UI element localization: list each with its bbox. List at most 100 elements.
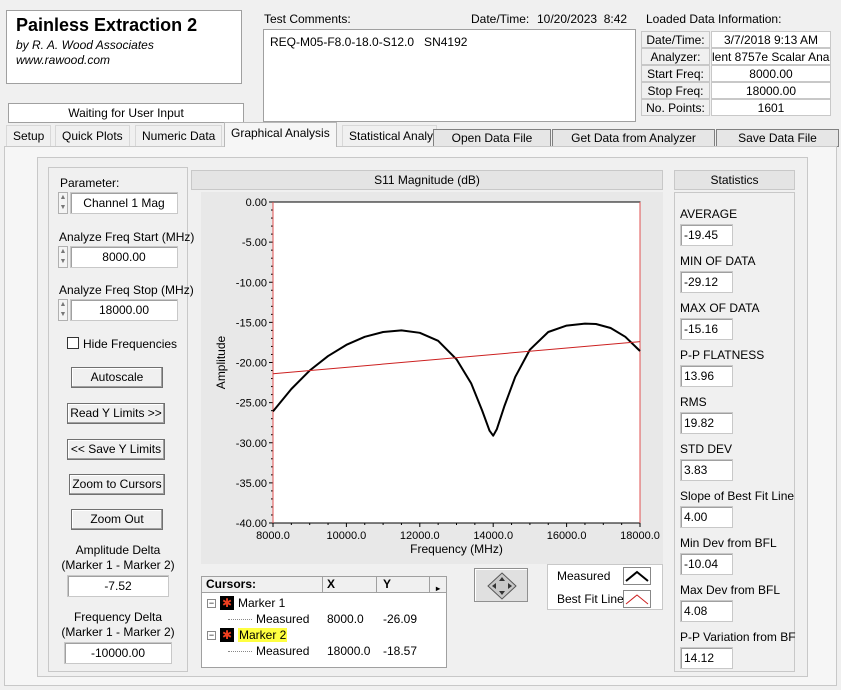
zoom-out-button[interactable]: Zoom Out (71, 509, 163, 530)
loaded-row: Start Freq: 8000.00 (641, 65, 831, 82)
cursor-marker-name[interactable]: Marker 2 (238, 628, 288, 642)
hide-frequencies-label: Hide Frequencies (83, 337, 178, 351)
analyze-start-input[interactable]: 8000.00 (70, 246, 178, 268)
loaded-title: Loaded Data Information: (646, 12, 782, 26)
x-tick-label: 10000.0 (327, 530, 367, 542)
cursor-col-name: Cursors: (206, 577, 257, 591)
cursor-y-value: -26.09 (383, 612, 418, 626)
legend-measured-swatch (623, 567, 651, 585)
y-tick-label: -5.00 (242, 237, 267, 249)
y-tick-label: -20.00 (236, 358, 267, 370)
analyze-stop-spinner[interactable]: ▲ ▼ (58, 299, 68, 321)
analyze-stop-label: Analyze Freq Stop (MHz) (59, 283, 194, 297)
stat-label: Max Dev from BFL (680, 583, 781, 597)
stat-value: -19.45 (680, 224, 733, 246)
stat-value: 3.83 (680, 459, 733, 481)
stat-label: P-P FLATNESS (680, 348, 765, 362)
y-tick-label: -40.00 (236, 518, 267, 530)
stat-label: P-P Variation from BF (680, 630, 796, 644)
cursor-sub-label: Measured (256, 612, 310, 626)
expand-icon[interactable]: − (207, 631, 216, 640)
app-website: www.rawood.com (16, 53, 111, 67)
stat-value: -10.04 (680, 553, 733, 575)
app-author: by R. A. Wood Associates (16, 38, 154, 52)
loaded-key: Date/Time: (641, 31, 710, 48)
stat-value: 4.00 (680, 506, 733, 528)
x-tick-label: 12000.0 (400, 530, 440, 542)
expand-icon[interactable]: − (207, 599, 216, 608)
get-data-from-analyzer-button[interactable]: Get Data from Analyzer (552, 129, 715, 147)
frequency-delta-label: Frequency Delta (Marker 1 - Marker 2) (61, 610, 175, 639)
parameter-spinner[interactable]: ▲ ▼ (58, 192, 68, 214)
analyze-start-spinner[interactable]: ▲ ▼ (58, 246, 68, 268)
open-data-file-button[interactable]: Open Data File (433, 129, 551, 147)
pan-icon (487, 572, 517, 600)
loaded-row: Stop Freq: 18000.00 (641, 82, 831, 99)
loaded-row: No. Points: 1601 (641, 99, 831, 116)
cursor-scroll-arrow[interactable]: ▸ (436, 581, 440, 596)
x-axis-label: Frequency (MHz) (410, 542, 503, 556)
cursor-y-value: -18.57 (383, 644, 418, 658)
stat-value: -29.12 (680, 271, 733, 293)
legend-bfl-swatch (623, 590, 651, 608)
autoscale-button[interactable]: Autoscale (71, 367, 163, 388)
chart-header: S11 Magnitude (dB) (191, 170, 663, 190)
read-y-limits-button[interactable]: Read Y Limits >> (67, 403, 165, 424)
y-tick-label: -30.00 (236, 438, 267, 450)
pan-tool-button[interactable] (474, 568, 528, 602)
comments-textarea[interactable]: REQ-M05-F8.0-18.0-S12.0 SN4192 (263, 29, 636, 122)
stat-label: STD DEV (680, 442, 733, 456)
loaded-key: No. Points: (641, 99, 710, 116)
loaded-value: lent 8757e Scalar Analy (711, 48, 831, 65)
crosshair-icon: ✱ (220, 596, 234, 610)
zoom-to-cursors-button[interactable]: Zoom to Cursors (69, 474, 165, 495)
stat-value: 13.96 (680, 365, 733, 387)
tree-line (228, 651, 252, 652)
cursor-header-row: Cursors: X Y ▸ (202, 577, 446, 593)
y-tick-label: -35.00 (236, 478, 267, 490)
x-tick-label: 14000.0 (473, 530, 513, 542)
loaded-table: Date/Time: 3/7/2018 9:13 AM Analyzer: lent… (641, 31, 831, 117)
stat-label: RMS (680, 395, 707, 409)
stat-value: 4.08 (680, 600, 733, 622)
tree-line (228, 619, 252, 620)
tab-graphical-analysis[interactable]: Graphical Analysis (224, 122, 337, 147)
cursor-col-x: X (322, 577, 335, 592)
loaded-value: 1601 (711, 99, 831, 116)
chart-header-text: S11 Magnitude (dB) (374, 173, 480, 187)
statistics-title: Statistics (710, 173, 759, 187)
tab-statistical-analysis[interactable]: Statistical Analy (342, 125, 437, 146)
cursor-table: Cursors: X Y ▸ − ✱ Marker 1 Measured 800… (201, 576, 447, 668)
loaded-key: Analyzer: (641, 48, 710, 65)
status-text: Waiting for User Input (68, 106, 184, 120)
tab-numeric-data[interactable]: Numeric Data (135, 125, 223, 146)
tab-setup[interactable]: Setup (6, 125, 52, 146)
crosshair-icon: ✱ (220, 628, 234, 642)
chart-svg[interactable]: 0.00 -5.00 -10.00 -15.00 -20.00 -25.00 -30.00 -… (201, 192, 663, 564)
cursor-x-value: 18000.0 (327, 644, 371, 658)
cursor-marker-name[interactable]: Marker 1 (238, 596, 285, 610)
x-tick-label: 8000.0 (256, 530, 290, 542)
frequency-delta-value: -10000.00 (64, 642, 172, 664)
loaded-value: 3/7/2018 9:13 AM (711, 31, 831, 48)
plot-legend: Measured Best Fit Line (547, 564, 663, 610)
hide-frequencies-checkbox[interactable] (67, 337, 79, 349)
legend-bfl-label: Best Fit Line (557, 592, 624, 606)
save-y-limits-button[interactable]: << Save Y Limits (67, 439, 165, 460)
loaded-value: 8000.00 (711, 65, 831, 82)
tab-quick-plots[interactable]: Quick Plots (55, 125, 130, 146)
analyze-stop-input[interactable]: 18000.00 (70, 299, 178, 321)
loaded-key: Stop Freq: (641, 82, 710, 99)
parameter-select[interactable]: Channel 1 Mag (70, 192, 178, 214)
status-indicator: Waiting for User Input (8, 103, 244, 123)
cursor-x-value: 8000.0 (327, 612, 364, 626)
comments-label: Test Comments: (264, 12, 351, 26)
title-block: Painless Extraction 2 by R. A. Wood Asso… (6, 10, 242, 84)
datetime-value: 10/20/2023 8:42 (537, 12, 628, 26)
stat-value: 14.12 (680, 647, 733, 669)
statistics-header: Statistics (674, 170, 795, 190)
save-data-file-button[interactable]: Save Data File (716, 129, 839, 147)
stat-label: AVERAGE (680, 207, 738, 221)
y-tick-label: 0.00 (246, 197, 267, 209)
parameter-label: Parameter: (60, 176, 120, 190)
